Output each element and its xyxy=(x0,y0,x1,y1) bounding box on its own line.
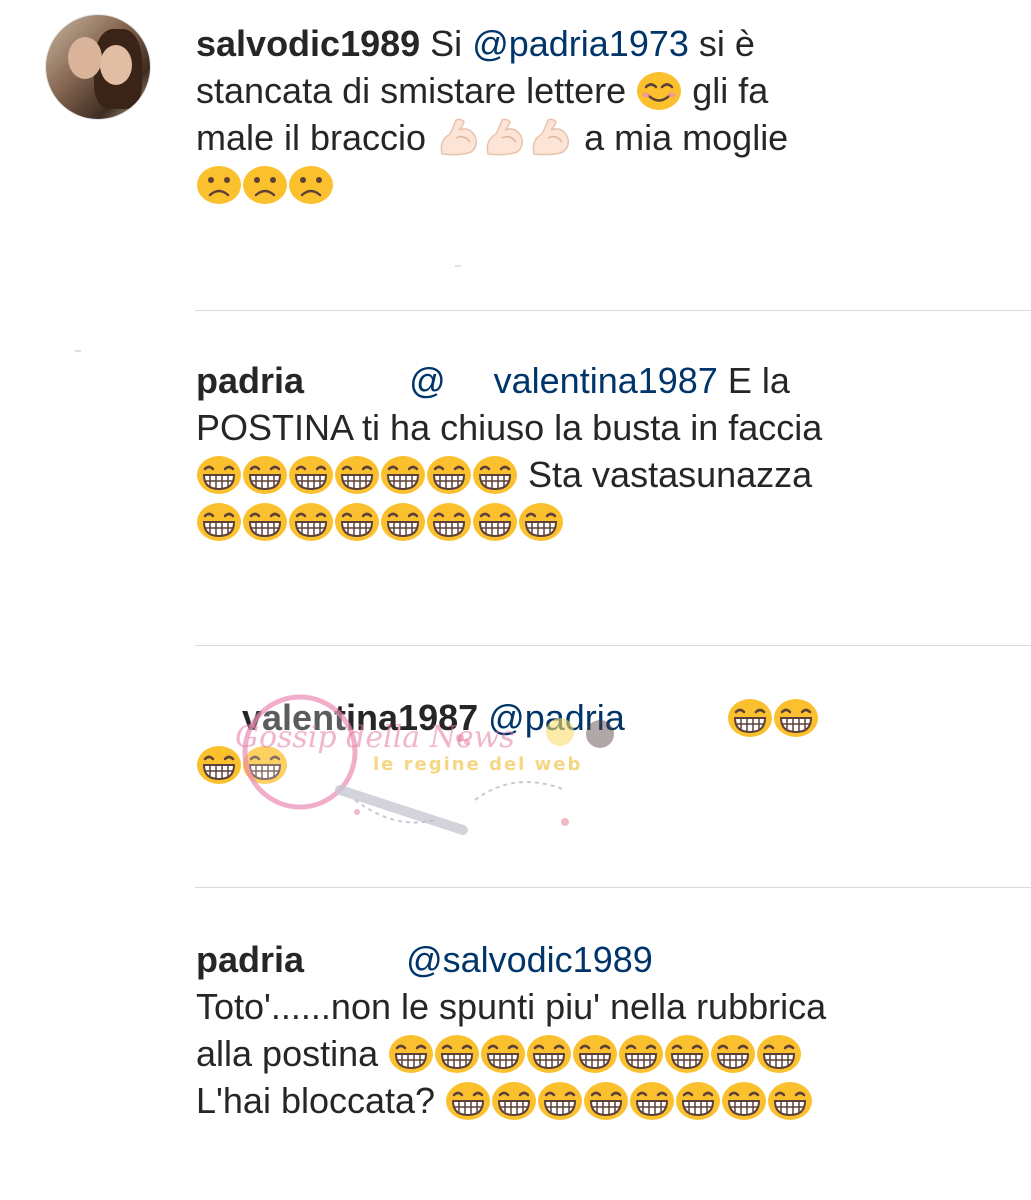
grinning-squinting-face-icon xyxy=(583,1081,629,1121)
comment-line: POSTINA ti ha chiuso la busta in faccia xyxy=(196,407,823,448)
grinning-squinting-face-icon xyxy=(767,1081,813,1121)
separator-dot xyxy=(75,350,81,352)
comment-2: padria @ valentina1987 E la POSTINA ti h… xyxy=(196,357,991,545)
grinning-squinting-face-icon xyxy=(426,455,472,495)
frowning-face-icon xyxy=(288,165,334,205)
grinning-squinting-face-icon xyxy=(242,455,288,495)
grinning-squinting-face-icon xyxy=(472,455,518,495)
comment-text: alla postina xyxy=(196,1033,379,1074)
grinning-squinting-face-icon xyxy=(288,502,334,542)
mention-link[interactable]: @salvodic1989 xyxy=(406,939,653,980)
comment-line: Sta vastasunazza xyxy=(196,451,991,498)
grinning-squinting-face-icon xyxy=(426,502,472,542)
comment-3: valentina1987 @padria xyxy=(242,694,991,741)
frowning-face-icon xyxy=(242,165,288,205)
grinning-squinting-face-icon xyxy=(664,1034,710,1074)
comment-line: valentina1987 @padria xyxy=(242,694,991,741)
avatar[interactable] xyxy=(45,14,151,120)
comment-line: padria @salvodic1989 xyxy=(196,936,991,983)
comment-line: male il braccio a mia moglie xyxy=(196,114,991,161)
comment-username[interactable]: padria xyxy=(196,360,304,401)
grinning-squinting-face-icon xyxy=(388,1034,434,1074)
grinning-squinting-face-icon xyxy=(572,1034,618,1074)
comment-line xyxy=(196,498,991,545)
comment-line: Toto'......non le spunti piu' nella rubb… xyxy=(196,986,827,1027)
smiling-face-icon xyxy=(636,71,682,111)
comment-text: Sta vastasunazza xyxy=(528,454,813,495)
comment-text: E la xyxy=(717,360,790,401)
comment-line: padria @ valentina1987 E la xyxy=(196,357,991,404)
comment-4: padria @salvodic1989 Toto'......non le s… xyxy=(196,936,991,1124)
grinning-squinting-face-icon xyxy=(445,1081,491,1121)
grinning-squinting-face-icon xyxy=(380,455,426,495)
grinning-squinting-face-icon xyxy=(242,745,288,785)
frowning-face-icon xyxy=(196,165,242,205)
comment-text: Si xyxy=(430,23,473,64)
grinning-squinting-face-icon xyxy=(434,1034,480,1074)
grinning-squinting-face-icon xyxy=(537,1081,583,1121)
grinning-squinting-face-icon xyxy=(288,455,334,495)
comment-text: male il braccio xyxy=(196,117,427,158)
grinning-squinting-face-icon xyxy=(526,1034,572,1074)
grinning-squinting-face-icon xyxy=(727,698,773,738)
grinning-squinting-face-icon xyxy=(196,502,242,542)
grinning-squinting-face-icon xyxy=(242,502,288,542)
mention-link[interactable]: @padria xyxy=(488,697,625,738)
comment-username[interactable]: valentina1987 xyxy=(242,697,478,738)
flexed-biceps-icon xyxy=(528,116,574,158)
flexed-biceps-icon xyxy=(482,116,528,158)
grinning-squinting-face-icon xyxy=(334,455,380,495)
flexed-biceps-icon xyxy=(436,116,482,158)
grinning-squinting-face-icon xyxy=(334,502,380,542)
comment-text: stancata di smistare lettere xyxy=(196,70,627,111)
separator-dot xyxy=(455,265,461,267)
grinning-squinting-face-icon xyxy=(196,455,242,495)
divider xyxy=(195,310,1031,311)
comment-line: salvodic1989 Si @padria1973 si è xyxy=(196,20,991,67)
grinning-squinting-face-icon xyxy=(721,1081,767,1121)
grinning-squinting-face-icon xyxy=(491,1081,537,1121)
grinning-squinting-face-icon xyxy=(518,502,564,542)
comment-text: si è xyxy=(688,23,755,64)
comment-1: salvodic1989 Si @padria1973 si è stancat… xyxy=(196,20,991,208)
grinning-squinting-face-icon xyxy=(196,745,242,785)
comment-line xyxy=(196,161,991,208)
mention-at-sign[interactable]: @ xyxy=(409,360,446,401)
comment-username[interactable]: salvodic1989 xyxy=(196,23,420,64)
grinning-squinting-face-icon xyxy=(773,698,819,738)
mention-link[interactable]: valentina1987 xyxy=(494,360,718,401)
divider xyxy=(195,645,1031,646)
comment-text: gli fa xyxy=(692,70,769,111)
grinning-squinting-face-icon xyxy=(756,1034,802,1074)
comment-line: stancata di smistare lettere gli fa xyxy=(196,67,991,114)
grinning-squinting-face-icon xyxy=(480,1034,526,1074)
comment-text: L'hai bloccata? xyxy=(196,1080,436,1121)
grinning-squinting-face-icon xyxy=(629,1081,675,1121)
grinning-squinting-face-icon xyxy=(618,1034,664,1074)
comment-text: a mia moglie xyxy=(584,117,789,158)
mention-link[interactable]: @padria1973 xyxy=(472,23,689,64)
comment-line: L'hai bloccata? xyxy=(196,1077,991,1124)
comment-3-continuation xyxy=(196,741,991,788)
grinning-squinting-face-icon xyxy=(710,1034,756,1074)
grinning-squinting-face-icon xyxy=(472,502,518,542)
comment-username[interactable]: padria xyxy=(196,939,304,980)
grinning-squinting-face-icon xyxy=(380,502,426,542)
comment-line: alla postina xyxy=(196,1030,991,1077)
grinning-squinting-face-icon xyxy=(675,1081,721,1121)
divider xyxy=(195,887,1031,888)
